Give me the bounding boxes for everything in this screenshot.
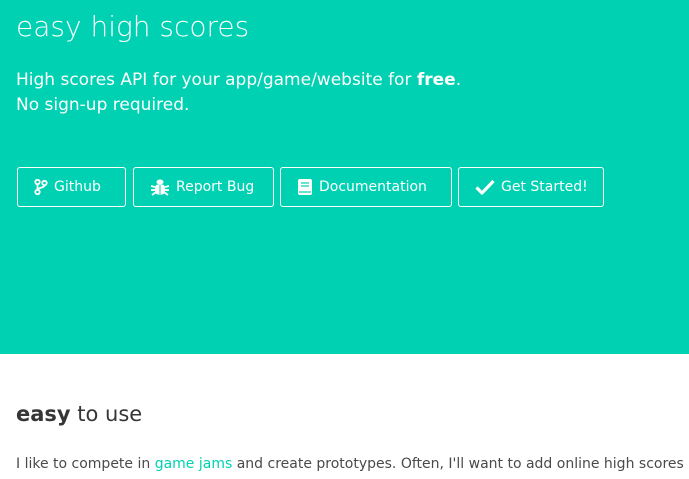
subtitle-prefix: High scores API for your app/game/websit… (16, 70, 417, 90)
subtitle-suffix: . (455, 70, 462, 90)
github-button[interactable]: Github (17, 167, 126, 207)
get-started-label: Get Started! (501, 179, 588, 195)
subtitle-free: free (416, 70, 456, 90)
subtitle-line2: No sign-up required. (16, 95, 190, 115)
text-prefix: I like to compete in (16, 456, 155, 472)
game-jams-link[interactable]: game jams (155, 456, 233, 472)
text-suffix: and create prototypes. Often, I'll want … (232, 456, 684, 472)
bug-icon (150, 178, 170, 196)
branch-icon (34, 179, 48, 195)
report-bug-label: Report Bug (176, 179, 255, 195)
github-label: Github (54, 179, 101, 195)
get-started-button[interactable]: Get Started! (458, 167, 604, 207)
section-title-rest: to use (70, 402, 143, 426)
documentation-button[interactable]: Documentation (280, 167, 452, 207)
documentation-label: Documentation (319, 179, 427, 195)
book-icon (297, 178, 313, 196)
hero-subtitle: High scores API for your app/game/websit… (16, 68, 461, 118)
section-text: I like to compete in game jams and creat… (16, 456, 684, 472)
hero-banner: easy high scores High scores API for you… (0, 0, 689, 354)
section-title-bold: easy (16, 402, 71, 426)
report-bug-button[interactable]: Report Bug (133, 167, 274, 207)
section-title: easy to use (16, 402, 142, 426)
page-title: easy high scores (16, 10, 250, 43)
checkmark-icon (475, 179, 495, 195)
